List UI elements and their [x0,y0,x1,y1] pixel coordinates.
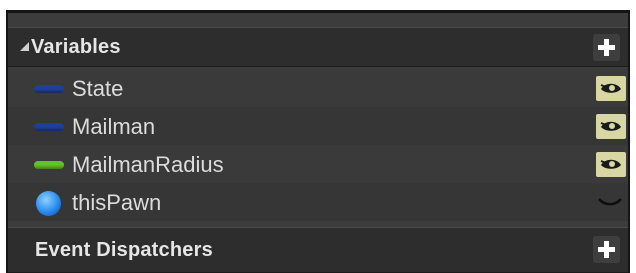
visibility-toggle[interactable] [596,76,626,101]
event-dispatchers-section-header[interactable]: Event Dispatchers [8,227,628,273]
eye-closed-icon[interactable] [596,195,624,209]
variable-row-thispawn[interactable]: thisPawn [8,183,628,221]
add-variable-button[interactable] [593,34,620,61]
ball-icon [36,191,61,216]
variable-row-mailmanradius[interactable]: MailmanRadius [8,145,628,183]
variables-section-header[interactable]: Variables [8,27,628,67]
variable-list: State Mailman MailmanRadius thisPawn [8,69,628,221]
eye-open-icon [600,159,621,169]
variable-name: State [72,76,124,101]
event-dispatchers-title: Event Dispatchers [35,239,213,261]
variable-name: MailmanRadius [72,152,224,177]
variable-row-state[interactable]: State [8,69,628,107]
variables-title: Variables [31,36,121,58]
variable-name: thisPawn [72,190,162,215]
eye-open-icon [600,83,621,93]
my-blueprint-panel: Variables State Mailman MailmanRadius th… [6,10,630,273]
visibility-toggle[interactable] [596,114,626,139]
add-event-dispatcher-button[interactable] [593,236,620,263]
variable-row-mailman[interactable]: Mailman [8,107,628,145]
pill-icon [34,123,64,131]
pill-icon [34,85,64,93]
collapse-triangle-icon[interactable] [20,42,29,51]
visibility-toggle[interactable] [596,152,626,177]
pill-icon [34,161,64,169]
variable-name: Mailman [72,114,156,139]
eye-open-icon [600,121,621,131]
